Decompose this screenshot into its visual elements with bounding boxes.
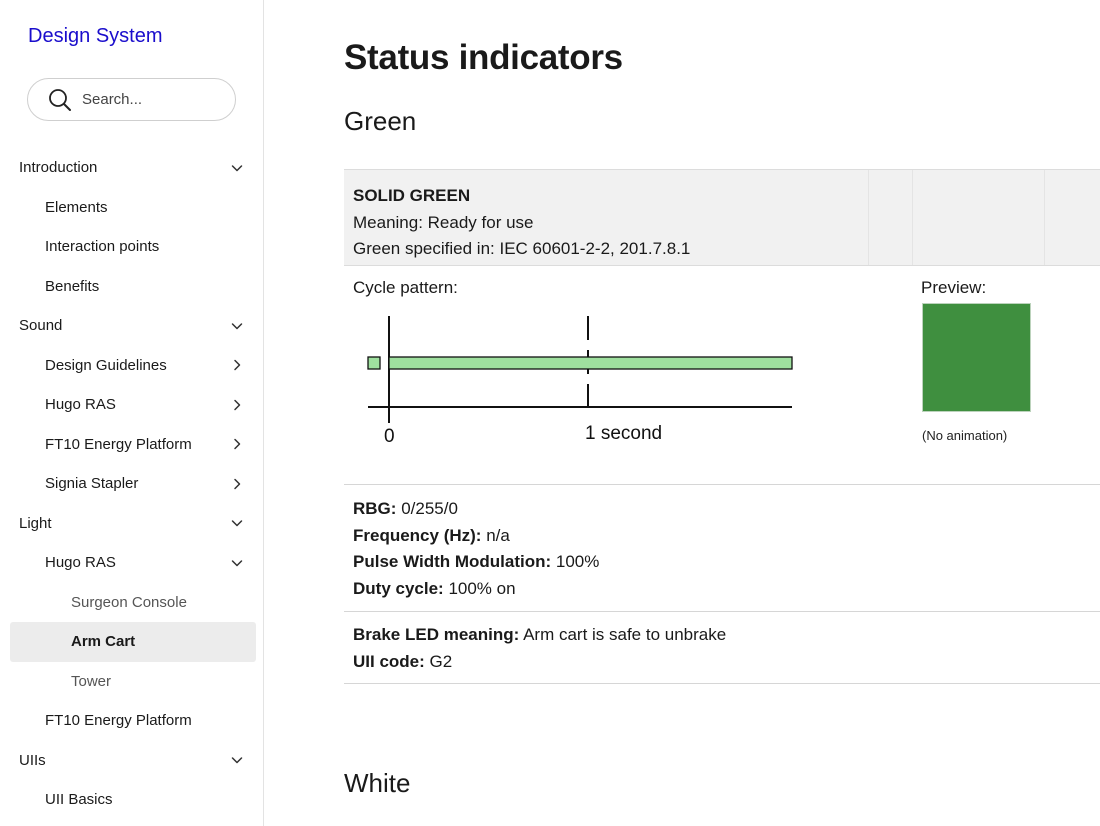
sidebar-item-label: FT10 Energy Platform	[45, 712, 192, 729]
frequency-line: Frequency (Hz): n/a	[353, 523, 1100, 550]
sidebar-item-label: FT10 Energy Platform	[45, 435, 192, 453]
frequency-value: n/a	[486, 525, 510, 545]
sidebar-item-benefits[interactable]: Benefits	[0, 267, 263, 307]
grid-line	[1044, 170, 1045, 265]
sidebar-item-label: Light	[19, 514, 52, 532]
sidebar-item-label: Hugo RAS	[45, 396, 116, 413]
sidebar-item-introduction[interactable]: Introduction	[0, 148, 263, 188]
brake-meaning-value: Arm cart is safe to unbrake	[523, 625, 727, 644]
sidebar-item-label: Sound	[19, 317, 63, 334]
pwm-line: Pulse Width Modulation: 100%	[353, 549, 1100, 576]
chevron-down-icon[interactable]	[231, 517, 243, 529]
indicator-meaning: Meaning: Ready for use	[353, 212, 534, 232]
sidebar-item-light[interactable]: Light	[0, 504, 263, 544]
sidebar-nav: Introduction Elements Interaction points Be…	[0, 148, 263, 820]
search-icon	[49, 88, 71, 111]
sidebar-item-signia-stapler[interactable]: Signia Stapler	[0, 464, 263, 504]
indicator-spec: Green specified in: IEC 60601-2-2, 201.7…	[353, 239, 691, 258]
preview-label: Preview:	[921, 278, 987, 297]
uii-code-value: G2	[429, 651, 453, 671]
preview-note: (No animation)	[922, 428, 1008, 443]
spec-header-row: SOLID GREEN Meaning: Ready for use Green…	[344, 169, 1100, 266]
sidebar: Design System Introduction Elements Intera…	[0, 0, 264, 826]
tick-label-one-second: 1 second	[585, 423, 662, 444]
chevron-right-icon[interactable]	[231, 478, 243, 490]
search-input[interactable]	[82, 91, 222, 108]
chevron-down-icon[interactable]	[231, 557, 243, 569]
chevron-right-icon[interactable]	[231, 438, 243, 450]
sidebar-item-label: Interaction points	[45, 238, 160, 255]
main-content: Status indicators Green SOLID GREEN Mean…	[344, 0, 1100, 826]
properties-row: RBG: 0/255/0 Frequency (Hz): n/a Pulse W…	[344, 485, 1100, 612]
search-box[interactable]	[27, 78, 236, 121]
chevron-down-icon[interactable]	[231, 754, 243, 766]
sidebar-item-label: Surgeon Console	[71, 593, 187, 611]
cycle-row: Cycle pattern: 0 1 second Preview: (No a…	[344, 266, 1100, 485]
sidebar-item-label: Tower	[71, 672, 112, 690]
sidebar-item-uii-basics[interactable]: UII Basics	[0, 780, 263, 820]
preview-swatch	[922, 303, 1031, 412]
grid-line	[868, 170, 869, 265]
sidebar-item-tower[interactable]: Tower	[0, 662, 263, 702]
rgb-value: 0/255/0	[401, 499, 458, 518]
sidebar-item-hugo-ras[interactable]: Hugo RAS	[0, 543, 263, 583]
cycle-pattern-diagram: 0 1 second	[367, 316, 793, 447]
uii-code-line: UII code: G2	[353, 649, 1100, 676]
sidebar-item-label: Signia Stapler	[45, 475, 139, 492]
brake-row: Brake LED meaning: Arm cart is safe to u…	[344, 612, 1100, 684]
pwm-value: 100%	[555, 552, 600, 571]
sidebar-item-elements[interactable]: Elements	[0, 188, 263, 228]
page-title: Status indicators	[344, 38, 623, 77]
page: Design System Introduction Elements Intera…	[0, 0, 1100, 826]
section-title-green: Green	[344, 106, 417, 136]
sidebar-item-arm-cart[interactable]: Arm Cart	[10, 622, 256, 662]
sidebar-item-label: Elements	[45, 198, 108, 216]
on-bar	[388, 356, 793, 370]
sidebar-item-uiis[interactable]: UIIs	[0, 741, 263, 781]
uii-code-label: UII code:	[353, 651, 425, 671]
sidebar-item-label: UII Basics	[45, 791, 113, 808]
frequency-label: Frequency (Hz):	[353, 525, 482, 545]
chevron-right-icon[interactable]	[231, 399, 243, 411]
sidebar-item-label: Design Guidelines	[45, 356, 167, 374]
sidebar-item-ft10-energy-platform[interactable]: FT10 Energy Platform	[0, 701, 263, 741]
cycle-pattern-label: Cycle pattern:	[353, 278, 458, 297]
sidebar-item-interaction-points[interactable]: Interaction points	[0, 227, 263, 267]
chevron-right-icon[interactable]	[231, 359, 243, 371]
sidebar-item-surgeon-console[interactable]: Surgeon Console	[0, 583, 263, 623]
rgb-line: RBG: 0/255/0	[353, 496, 1100, 523]
duty-cycle-value: 100% on	[448, 578, 516, 598]
sidebar-item-sound[interactable]: Sound	[0, 306, 263, 346]
brake-meaning-label: Brake LED meaning:	[353, 625, 520, 644]
section-title-white: White	[344, 768, 411, 798]
rgb-label: RBG:	[353, 499, 397, 518]
legend-swatch	[367, 356, 381, 370]
indicator-name: SOLID GREEN	[353, 186, 471, 205]
tick-label-zero: 0	[384, 426, 395, 447]
chevron-down-icon[interactable]	[231, 162, 243, 174]
sidebar-item-hugo-ras[interactable]: Hugo RAS	[0, 385, 263, 425]
brand-link[interactable]: Design System	[28, 25, 163, 48]
chevron-down-icon[interactable]	[231, 320, 243, 332]
sidebar-item-label: Introduction	[19, 159, 98, 176]
pwm-label: Pulse Width Modulation:	[353, 552, 552, 571]
spec-table-solid-green: SOLID GREEN Meaning: Ready for use Green…	[344, 169, 1100, 684]
sidebar-item-label: Benefits	[45, 277, 100, 295]
duty-cycle-line: Duty cycle: 100% on	[353, 576, 1100, 603]
sidebar-item-label: UIIs	[19, 751, 46, 769]
sidebar-item-label: Arm Cart	[71, 633, 136, 650]
sidebar-item-design-guidelines[interactable]: Design Guidelines	[0, 346, 263, 386]
sidebar-item-ft10-energy-platform[interactable]: FT10 Energy Platform	[0, 425, 263, 465]
sidebar-item-label: Hugo RAS	[45, 554, 116, 571]
duty-cycle-label: Duty cycle:	[353, 578, 444, 598]
brake-meaning-line: Brake LED meaning: Arm cart is safe to u…	[353, 622, 1100, 649]
grid-line	[912, 170, 913, 265]
